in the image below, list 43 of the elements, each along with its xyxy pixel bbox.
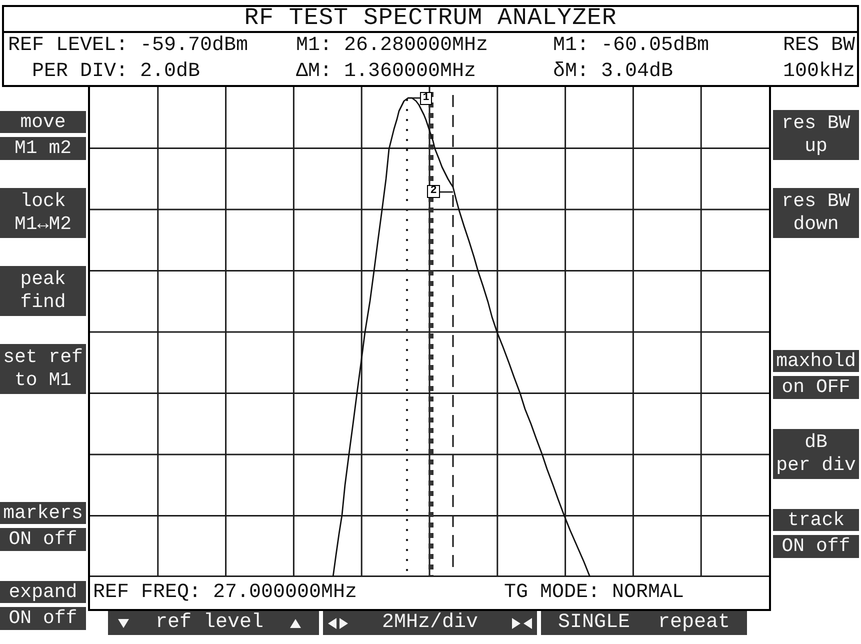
marker-leader-line — [440, 191, 453, 193]
toggle-button[interactable]: ON off — [0, 528, 86, 551]
readout-value: -60.05dBm — [601, 36, 710, 56]
outward-triangles-icon — [328, 618, 348, 628]
readout-value: 26.280000MHz — [344, 36, 488, 56]
readout-value: 3.04dB — [601, 62, 674, 82]
softkey-button[interactable]: peak find — [0, 266, 86, 316]
softkey-button[interactable]: lock M1↔M2 — [0, 188, 86, 238]
readout-label: REF LEVEL: — [8, 36, 128, 56]
marker-label: 2 — [427, 185, 440, 198]
readout-value: 1.360000MHz — [344, 62, 476, 82]
sweep-mode-button[interactable]: SINGLE repeat — [541, 611, 747, 635]
softkey-label: expand — [0, 581, 86, 603]
toggle-button[interactable]: on OFF — [773, 376, 859, 399]
softkey-label: track — [773, 509, 859, 531]
toggle-button[interactable]: ON off — [773, 535, 859, 558]
ref-level-button[interactable]: ref level — [108, 611, 319, 635]
span-button[interactable]: 2MHz/div — [323, 611, 537, 635]
marker-label: 1 — [420, 92, 432, 105]
readout-value: 2.0dB — [140, 62, 200, 82]
softkey-button[interactable]: res BW up — [773, 110, 859, 160]
bandwidth-label: RES BW — [782, 36, 855, 56]
readout-label: ΔM: — [296, 62, 332, 82]
down-triangle-icon — [118, 618, 129, 628]
inward-triangles-icon — [512, 618, 532, 628]
plot-readout: REF FREQ: 27.000000MHz — [92, 583, 358, 603]
bandwidth-value: 100kHz — [782, 62, 855, 82]
toggle-button[interactable]: M1 m2 — [0, 137, 86, 160]
readout-label: PER DIV: — [31, 62, 128, 82]
readout-label: δM: — [553, 62, 589, 82]
readout-label: M1: — [553, 36, 589, 56]
softkey-label: markers — [0, 502, 86, 524]
readout-value: -59.70dBm — [140, 36, 248, 56]
softkey-button[interactable]: set ref to M1 — [0, 344, 86, 394]
softkey-label: maxhold — [773, 350, 859, 372]
window-title: RF TEST SPECTRUM ANALYZER — [244, 7, 617, 31]
readout-label: M1: — [296, 36, 332, 56]
plot-readout: TG MODE: NORMAL — [504, 583, 684, 603]
up-triangle-icon — [290, 618, 301, 628]
softkey-button[interactable]: dB per div — [773, 429, 859, 479]
softkey-label: move — [0, 111, 86, 133]
softkey-button[interactable]: res BW down — [773, 188, 859, 238]
toggle-button[interactable]: ON off — [0, 607, 86, 630]
